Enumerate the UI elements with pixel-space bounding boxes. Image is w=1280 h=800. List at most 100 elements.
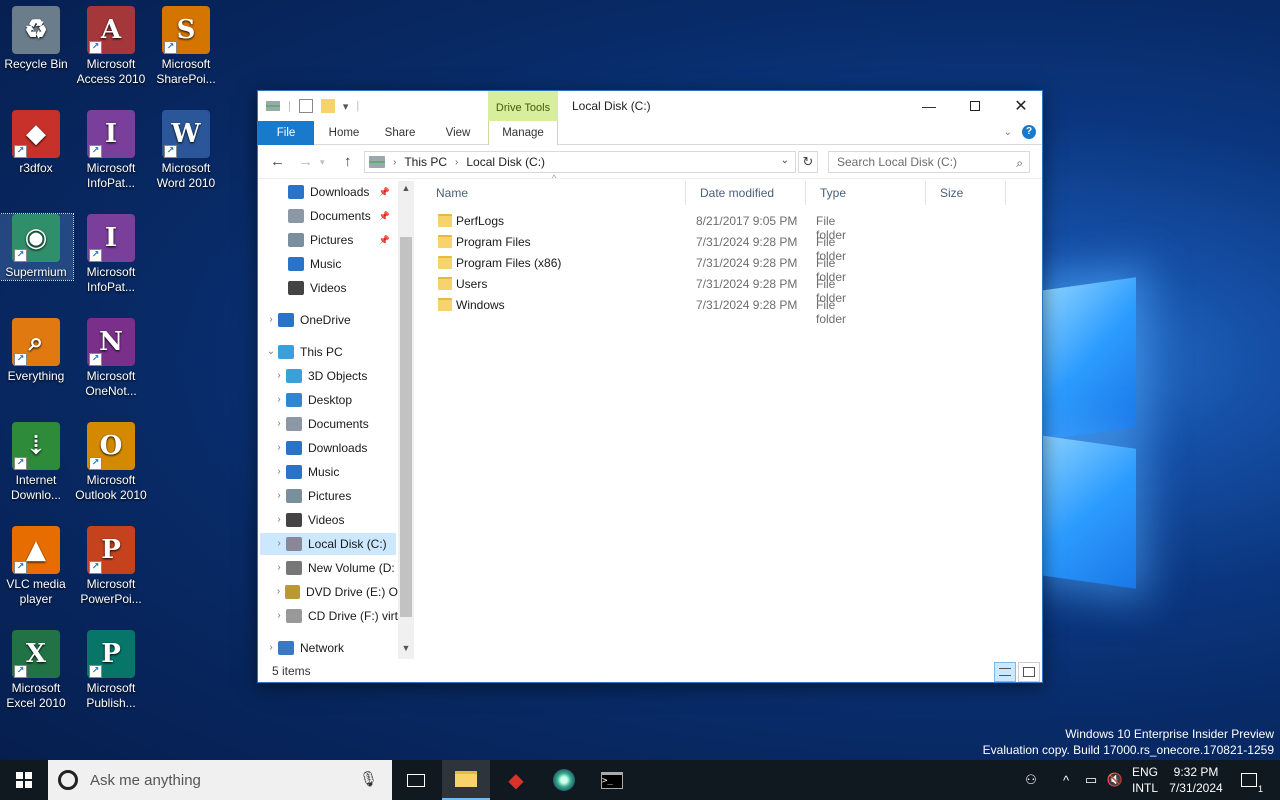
desktop-icon[interactable]: X ↗ Microsoft Excel 2010: [0, 630, 73, 711]
column-header-size[interactable]: Size: [926, 181, 1006, 205]
back-arrow-icon[interactable]: ←: [270, 153, 285, 170]
column-header-type[interactable]: Type: [806, 181, 926, 205]
nav-item[interactable]: › Music: [258, 461, 398, 483]
maximize-button[interactable]: [952, 91, 998, 121]
help-icon[interactable]: ?: [1022, 125, 1036, 139]
breadcrumb-this-pc[interactable]: This PC: [404, 155, 447, 169]
input-language[interactable]: ENG INTL: [1128, 764, 1162, 796]
people-button[interactable]: ⚇: [1018, 760, 1044, 800]
chevron-right-icon[interactable]: ›: [272, 509, 286, 531]
chevron-down-icon[interactable]: ⌄: [264, 341, 278, 363]
properties-icon[interactable]: [298, 99, 313, 113]
nav-item-this-pc[interactable]: ⌄ This PC: [258, 341, 398, 363]
title-bar[interactable]: | ▾ | Drive Tools Local Disk (C:) — ✕: [258, 91, 1042, 121]
table-row[interactable]: PerfLogs 8/21/2017 9:05 PM File folder: [422, 211, 862, 242]
nav-item[interactable]: Videos: [258, 277, 398, 299]
nav-item[interactable]: › Pictures: [258, 485, 398, 507]
taskbar-supermium[interactable]: [540, 760, 588, 800]
nav-item[interactable]: › Downloads: [258, 437, 398, 459]
nav-item[interactable]: Documents 📌: [258, 205, 398, 227]
nav-item[interactable]: › Documents: [258, 413, 398, 435]
chevron-right-icon[interactable]: ›: [272, 581, 285, 603]
desktop-icon[interactable]: A ↗ Microsoft Access 2010: [74, 6, 148, 87]
desktop-icon[interactable]: P ↗ Microsoft Publish...: [74, 630, 148, 711]
desktop-icon[interactable]: ◉ ↗ Supermium: [0, 213, 74, 281]
microphone-icon[interactable]: 🎙: [359, 770, 378, 788]
system-clock[interactable]: 9:32 PM 7/31/2024: [1160, 764, 1232, 796]
nav-item[interactable]: › DVD Drive (E:) O: [258, 581, 398, 603]
nav-item[interactable]: Pictures 📌: [258, 229, 398, 251]
file-list[interactable]: ^ Name Date modified Type Size PerfLogs 8…: [422, 173, 1042, 659]
nav-item[interactable]: › CD Drive (F:) virt: [258, 605, 398, 627]
table-row[interactable]: Windows 7/31/2024 9:28 PM File folder: [422, 295, 862, 326]
refresh-button[interactable]: ↻: [798, 151, 818, 173]
qat-dropdown-icon[interactable]: ▾: [343, 100, 349, 113]
taskbar-r3dfox[interactable]: ◆: [492, 760, 540, 800]
search-input[interactable]: Search Local Disk (C:) ⌕: [828, 151, 1030, 173]
desktop-icon[interactable]: ◆ ↗ r3dfox: [0, 110, 73, 176]
taskbar-command-prompt[interactable]: >_: [588, 760, 636, 800]
desktop-icon[interactable]: ▲ ↗ VLC media player: [0, 526, 73, 607]
navigation-scrollbar[interactable]: ▲ ▼: [398, 181, 414, 659]
forward-arrow-icon[interactable]: →: [298, 153, 313, 170]
network-tray-button[interactable]: ▭: [1080, 760, 1102, 800]
tab-view[interactable]: View: [428, 121, 488, 145]
address-bar[interactable]: › This PC › Local Disk (C:) ⌄: [364, 151, 796, 173]
show-hidden-icons-button[interactable]: ^: [1056, 760, 1076, 800]
start-button[interactable]: [0, 760, 48, 800]
up-arrow-icon[interactable]: ↑: [344, 153, 352, 170]
column-header-date-modified[interactable]: Date modified: [686, 181, 806, 205]
table-row[interactable]: Program Files 7/31/2024 9:28 PM File folde…: [422, 232, 862, 263]
close-button[interactable]: ✕: [998, 91, 1044, 121]
minimize-button[interactable]: —: [906, 91, 952, 121]
desktop-icon[interactable]: S ↗ Microsoft SharePoi...: [149, 6, 223, 87]
nav-item[interactable]: › Desktop: [258, 389, 398, 411]
chevron-right-icon[interactable]: ›: [272, 485, 286, 507]
tab-home[interactable]: Home: [316, 121, 372, 145]
scroll-up-icon[interactable]: ▲: [398, 183, 414, 193]
chevron-right-icon[interactable]: ›: [272, 461, 286, 483]
chevron-right-icon[interactable]: ›: [264, 309, 278, 331]
nav-item-network[interactable]: › Network: [258, 637, 398, 659]
column-header-name[interactable]: Name: [422, 181, 686, 205]
nav-item[interactable]: Music: [258, 253, 398, 275]
nav-item[interactable]: › Local Disk (C:): [260, 533, 396, 555]
chevron-right-icon[interactable]: ›: [272, 557, 286, 579]
chevron-right-icon[interactable]: ›: [272, 365, 286, 387]
tab-file[interactable]: File: [258, 121, 314, 145]
nav-item[interactable]: Downloads 📌: [258, 181, 398, 203]
file-explorer-window[interactable]: | ▾ | Drive Tools Local Disk (C:) — ✕ Fi…: [257, 90, 1043, 683]
desktop-icon[interactable]: I ↗ Microsoft InfoPat...: [74, 110, 148, 191]
table-row[interactable]: Users 7/31/2024 9:28 PM File folder: [422, 274, 862, 305]
chevron-right-icon[interactable]: ›: [272, 413, 286, 435]
scroll-down-icon[interactable]: ▼: [398, 643, 414, 653]
desktop-icon[interactable]: P ↗ Microsoft PowerPoi...: [74, 526, 148, 607]
navigation-pane[interactable]: Downloads 📌 Documents 📌 Pictures 📌 Music Videos…: [258, 181, 414, 659]
chevron-right-icon[interactable]: ›: [264, 637, 278, 659]
task-view-button[interactable]: [392, 760, 440, 800]
volume-tray-button[interactable]: 🔇: [1104, 760, 1126, 800]
scrollbar-thumb[interactable]: [400, 237, 412, 617]
recent-locations-icon[interactable]: ▾: [320, 157, 325, 168]
tab-manage[interactable]: Manage: [488, 121, 558, 145]
address-dropdown-icon[interactable]: ⌄: [781, 155, 789, 166]
tab-share[interactable]: Share: [372, 121, 428, 145]
nav-item-onedrive[interactable]: › OneDrive: [258, 309, 398, 331]
table-row[interactable]: Program Files (x86) 7/31/2024 9:28 PM File…: [422, 253, 862, 284]
breadcrumb-local-disk[interactable]: Local Disk (C:): [466, 155, 545, 169]
action-center-button[interactable]: 1: [1236, 760, 1264, 800]
details-view-button[interactable]: [994, 662, 1016, 682]
chevron-right-icon[interactable]: ›: [272, 533, 286, 555]
large-icons-view-button[interactable]: [1018, 662, 1040, 682]
chevron-right-icon[interactable]: ›: [272, 389, 286, 411]
nav-item[interactable]: › Videos: [258, 509, 398, 531]
desktop-icon[interactable]: I ↗ Microsoft InfoPat...: [74, 214, 148, 295]
nav-item[interactable]: › New Volume (D:: [258, 557, 398, 579]
expand-ribbon-icon[interactable]: ⌄: [1004, 127, 1012, 138]
nav-item[interactable]: › 3D Objects: [258, 365, 398, 387]
taskbar-file-explorer[interactable]: [442, 760, 490, 800]
desktop-icon[interactable]: O ↗ Microsoft Outlook 2010: [74, 422, 148, 503]
cortana-search-box[interactable]: Ask me anything 🎙: [48, 760, 392, 800]
chevron-right-icon[interactable]: ›: [272, 605, 286, 627]
desktop-icon[interactable]: ♻ Recycle Bin: [0, 6, 73, 72]
